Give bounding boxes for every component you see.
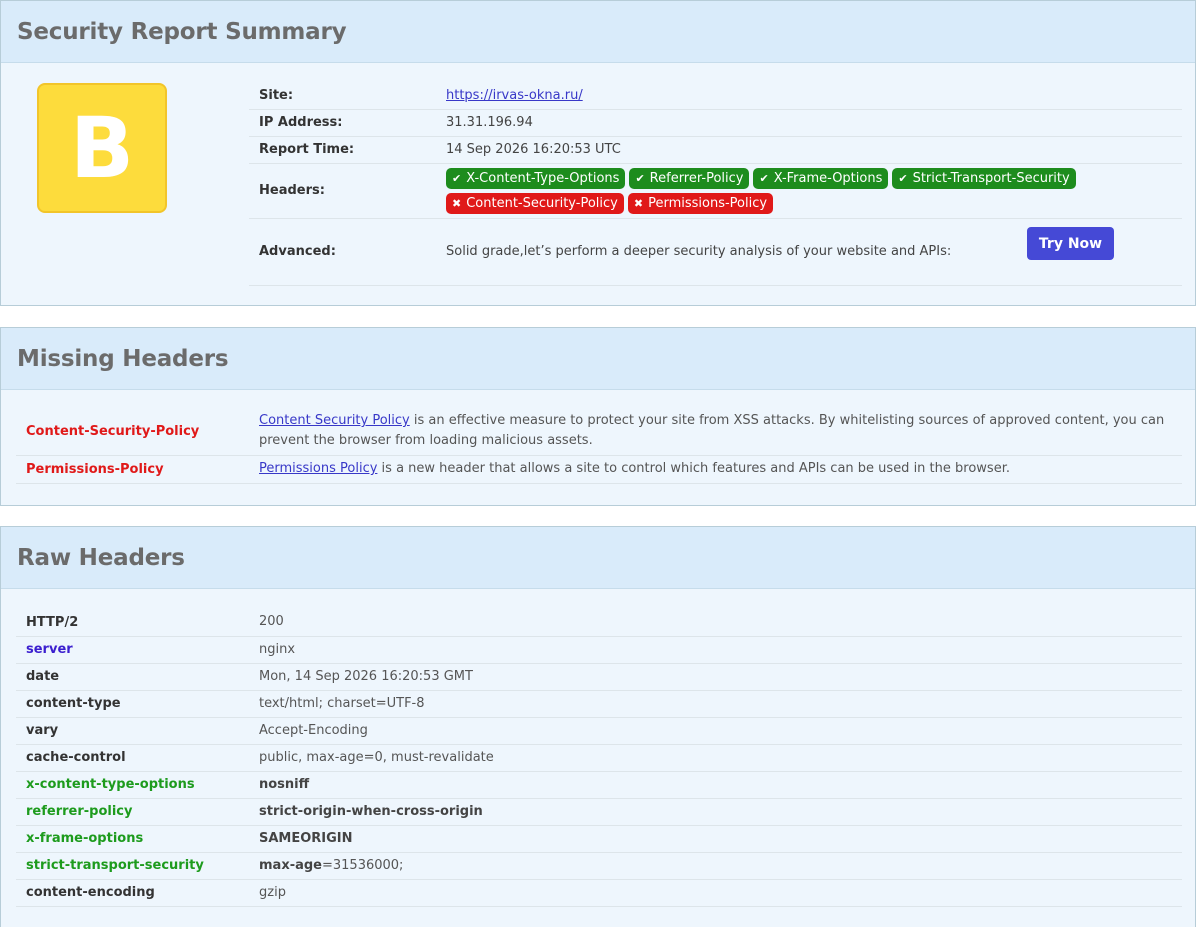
check-icon: ✔ xyxy=(759,171,769,185)
table-row: referrer-policy strict-origin-when-cross… xyxy=(16,798,1182,826)
raw-headers-table: HTTP/2 200 server nginx date Mon, 14 Sep… xyxy=(16,609,1182,907)
site-label: Site: xyxy=(249,82,436,110)
permissions-policy-info-link[interactable]: Permissions Policy xyxy=(259,461,377,476)
raw-header-value: max-age=31536000; xyxy=(249,852,1182,880)
advanced-text: Solid grade,let’s perform a deeper secur… xyxy=(446,244,952,259)
raw-header-value: text/html; charset=UTF-8 xyxy=(249,690,1182,718)
csp-info-link[interactable]: Content Security Policy xyxy=(259,413,410,428)
cross-icon: ✖ xyxy=(633,196,644,210)
report-time-label: Report Time: xyxy=(249,136,436,164)
table-row: server nginx xyxy=(16,636,1182,664)
table-row: content-encoding gzip xyxy=(16,879,1182,907)
headers-label: Headers: xyxy=(249,163,436,219)
advanced-label: Advanced: xyxy=(249,218,436,286)
header-badges: ✔ X-Content-Type-Options ✔ Referrer-Policy… xyxy=(446,164,1086,218)
site-link[interactable]: https://irvas-okna.ru/ xyxy=(446,88,583,103)
table-row: cache-control public, max-age=0, must-re… xyxy=(16,744,1182,772)
raw-header-name: referrer-policy xyxy=(16,798,249,826)
raw-header-value: Accept-Encoding xyxy=(249,717,1182,745)
headers-row: Headers: ✔ X-Content-Type-Options ✔ Referr… xyxy=(249,163,1182,219)
table-row: date Mon, 14 Sep 2026 16:20:53 GMT xyxy=(16,663,1182,691)
raw-header-name: x-frame-options xyxy=(16,825,249,853)
table-row: strict-transport-security max-age=315360… xyxy=(16,852,1182,880)
raw-header-name: cache-control xyxy=(16,744,249,772)
raw-header-name: content-type xyxy=(16,690,249,718)
raw-header-value: gzip xyxy=(249,879,1182,907)
badge-present: ✔ X-Frame-Options xyxy=(753,167,889,189)
badge-missing: ✖ Content-Security-Policy xyxy=(446,192,624,214)
cross-icon: ✖ xyxy=(452,196,462,210)
raw-header-value: nginx xyxy=(249,636,1182,664)
table-row: x-frame-options SAMEORIGIN xyxy=(16,825,1182,853)
ip-value: 31.31.196.94 xyxy=(436,109,1182,137)
missing-header-name: Content-Security-Policy xyxy=(16,408,249,456)
table-row: vary Accept-Encoding xyxy=(16,717,1182,745)
raw-header-name: HTTP/2 xyxy=(16,609,249,637)
table-row: Permissions-Policy Permissions Policy is… xyxy=(16,455,1182,484)
report-time-value: 14 Sep 2026 16:20:53 UTC xyxy=(436,136,1182,164)
raw-header-value: nosniff xyxy=(249,771,1182,799)
raw-title: Raw Headers xyxy=(17,544,185,571)
report-time-row: Report Time: 14 Sep 2026 16:20:53 UTC xyxy=(249,136,1182,164)
summary-panel-header: Security Report Summary xyxy=(1,1,1195,63)
missing-title: Missing Headers xyxy=(17,345,229,372)
table-row: HTTP/2 200 xyxy=(16,609,1182,637)
ip-label: IP Address: xyxy=(249,109,436,137)
badge-present: ✔ Strict-Transport-Security xyxy=(892,167,1076,189)
missing-panel-header: Missing Headers xyxy=(1,328,1195,390)
badge-present: ✔ Referrer-Policy xyxy=(629,167,750,189)
site-row: Site: https://irvas-okna.ru/ xyxy=(249,82,1182,110)
grade-box: B xyxy=(37,83,167,213)
table-row: x-content-type-options nosniff xyxy=(16,771,1182,799)
summary-title: Security Report Summary xyxy=(17,18,347,45)
advanced-row: Advanced: Solid grade,let’s perform a de… xyxy=(249,218,1182,286)
security-report-summary-panel: Security Report Summary B Site: https://… xyxy=(0,0,1196,306)
raw-header-name: server xyxy=(16,636,249,664)
grade-letter: B xyxy=(69,99,135,197)
missing-header-description: Content Security Policy is an effective … xyxy=(249,408,1182,456)
check-icon: ✔ xyxy=(898,171,908,185)
check-icon: ✔ xyxy=(452,171,462,185)
raw-header-name: vary xyxy=(16,717,249,745)
raw-header-value: public, max-age=0, must-revalidate xyxy=(249,744,1182,772)
raw-header-value: Mon, 14 Sep 2026 16:20:53 GMT xyxy=(249,663,1182,691)
badge-present: ✔ X-Content-Type-Options xyxy=(446,167,626,189)
raw-header-name: content-encoding xyxy=(16,879,249,907)
missing-headers-table: Content-Security-Policy Content Security… xyxy=(16,408,1182,484)
raw-header-value: 200 xyxy=(249,609,1182,637)
raw-header-name: date xyxy=(16,663,249,691)
check-icon: ✔ xyxy=(635,171,645,185)
summary-info-table: Site: https://irvas-okna.ru/ IP Address:… xyxy=(249,82,1182,286)
ip-row: IP Address: 31.31.196.94 xyxy=(249,109,1182,137)
try-now-button[interactable]: Try Now xyxy=(1027,227,1114,260)
raw-header-name: strict-transport-security xyxy=(16,852,249,880)
missing-header-description: Permissions Policy is a new header that … xyxy=(249,455,1182,484)
raw-header-name: x-content-type-options xyxy=(16,771,249,799)
raw-panel-header: Raw Headers xyxy=(1,527,1195,589)
raw-header-value: SAMEORIGIN xyxy=(249,825,1182,853)
missing-header-name: Permissions-Policy xyxy=(16,455,249,484)
table-row: Content-Security-Policy Content Security… xyxy=(16,408,1182,456)
raw-header-value: strict-origin-when-cross-origin xyxy=(249,798,1182,826)
table-row: content-type text/html; charset=UTF-8 xyxy=(16,690,1182,718)
badge-missing: ✖ Permissions-Policy xyxy=(627,192,774,214)
